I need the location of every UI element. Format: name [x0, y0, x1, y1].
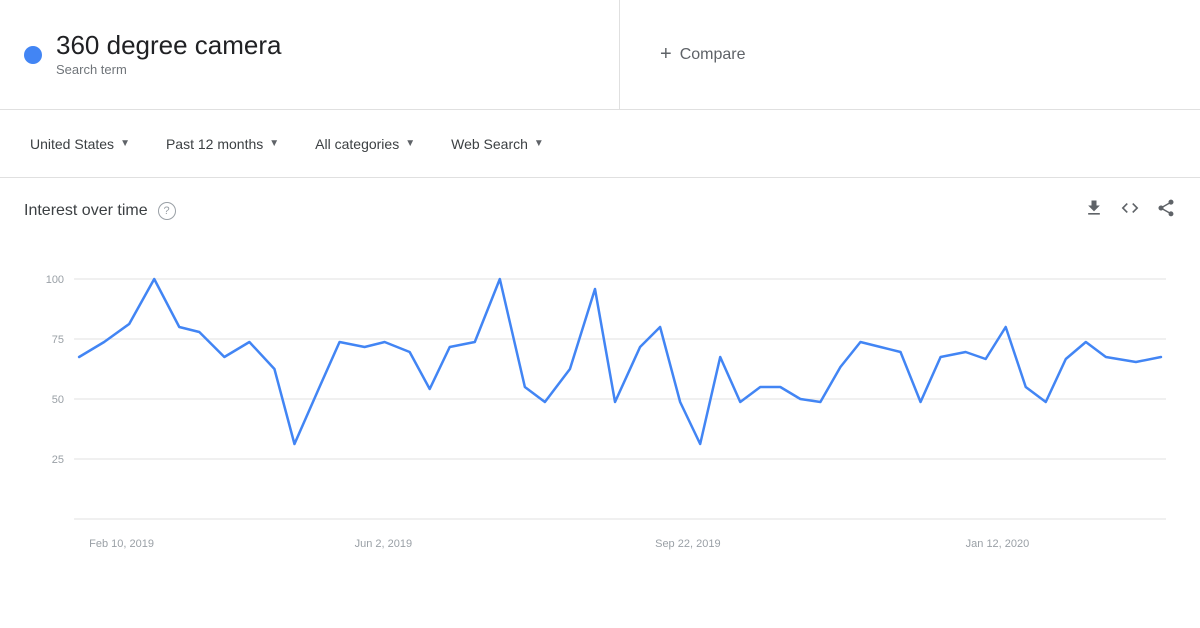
- period-dropdown-arrow: ▼: [269, 138, 279, 149]
- search-term-title: 360 degree camera: [56, 30, 281, 61]
- compare-section: + Compare: [620, 0, 1200, 109]
- svg-text:100: 100: [46, 274, 64, 286]
- compare-label: Compare: [680, 46, 746, 64]
- share-icon[interactable]: [1156, 198, 1176, 223]
- search-type-dropdown-arrow: ▼: [534, 138, 544, 149]
- svg-text:Jun 2, 2019: Jun 2, 2019: [355, 538, 413, 550]
- region-dropdown-arrow: ▼: [120, 138, 130, 149]
- filters-bar: United States ▼ Past 12 months ▼ All cat…: [0, 110, 1200, 178]
- category-label: All categories: [315, 136, 399, 152]
- category-dropdown-arrow: ▼: [405, 138, 415, 149]
- svg-text:Feb 10, 2019: Feb 10, 2019: [89, 538, 154, 550]
- svg-text:25: 25: [52, 454, 64, 466]
- category-filter[interactable]: All categories ▼: [301, 128, 429, 160]
- compare-plus-icon: +: [660, 43, 672, 66]
- svg-text:50: 50: [52, 394, 64, 406]
- chart-header: Interest over time ?: [24, 198, 1176, 223]
- embed-icon[interactable]: [1120, 198, 1140, 223]
- svg-text:Sep 22, 2019: Sep 22, 2019: [655, 538, 721, 550]
- chart-actions: [1084, 198, 1176, 223]
- search-dot-indicator: [24, 46, 42, 64]
- period-label: Past 12 months: [166, 136, 263, 152]
- search-term-section: 360 degree camera Search term: [0, 0, 620, 109]
- search-term-info: 360 degree camera Search term: [56, 30, 281, 79]
- chart-title-area: Interest over time ?: [24, 202, 176, 220]
- region-filter[interactable]: United States ▼: [16, 128, 144, 160]
- chart-section: Interest over time ? 10: [0, 178, 1200, 564]
- help-question-mark: ?: [164, 205, 170, 217]
- svg-text:Jan 12, 2020: Jan 12, 2020: [966, 538, 1030, 550]
- period-filter[interactable]: Past 12 months ▼: [152, 128, 293, 160]
- region-label: United States: [30, 136, 114, 152]
- search-type-label: Web Search: [451, 136, 528, 152]
- search-term-type: Search term: [56, 62, 127, 77]
- compare-button[interactable]: + Compare: [660, 43, 746, 66]
- chart-container: 100 75 50 25 Feb 10, 2019 Jun 2, 2019 Se…: [24, 239, 1176, 564]
- svg-text:75: 75: [52, 334, 64, 346]
- help-icon[interactable]: ?: [158, 202, 176, 220]
- trend-chart: 100 75 50 25 Feb 10, 2019 Jun 2, 2019 Se…: [24, 239, 1176, 559]
- page-header: 360 degree camera Search term + Compare: [0, 0, 1200, 110]
- search-type-filter[interactable]: Web Search ▼: [437, 128, 558, 160]
- chart-title: Interest over time: [24, 202, 148, 220]
- download-icon[interactable]: [1084, 198, 1104, 223]
